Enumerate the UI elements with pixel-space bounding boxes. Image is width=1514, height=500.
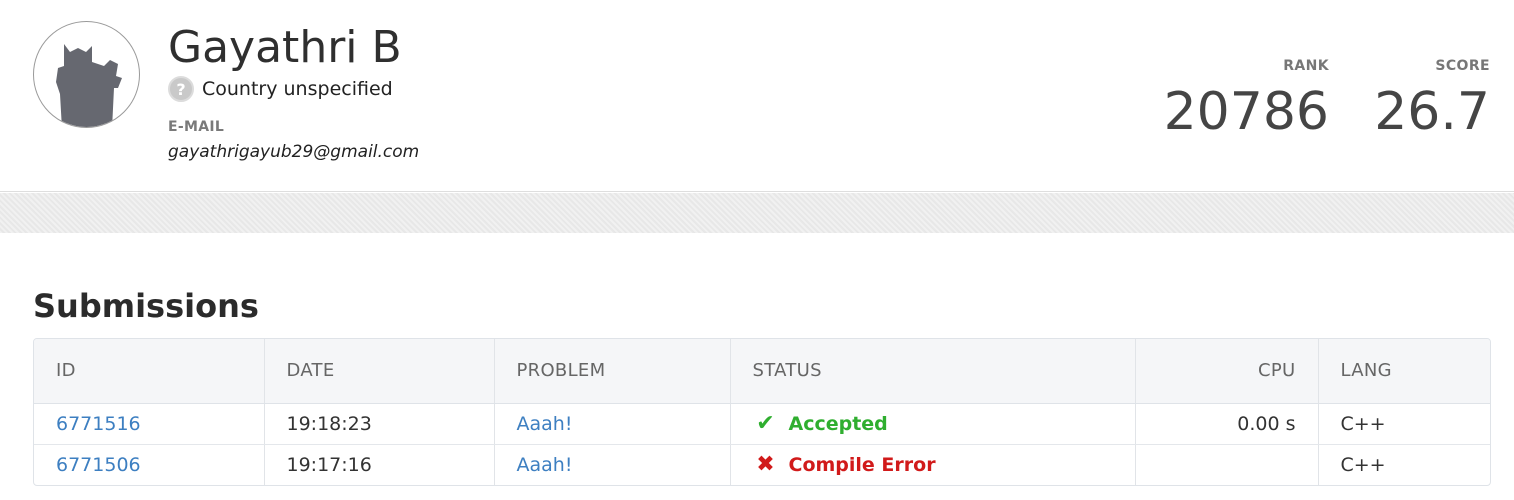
rank-label: RANK [1283,58,1329,74]
email-value: gayathrigayub29@gmail.com [168,142,420,162]
rank-stat: RANK 20786 [1164,58,1329,144]
col-cpu[interactable]: CPU [1135,339,1319,404]
status-compile-error: ✖ Compile Error [753,452,1113,477]
table-header-row: ID DATE PROBLEM STATUS CPU LANG [34,339,1490,404]
submission-cpu [1135,444,1319,485]
table-row: 6771506 19:17:16 Aaah! ✖ Compile Error C… [34,444,1490,485]
submission-id-link[interactable]: 6771506 [56,454,141,476]
score-value: 26.7 [1374,82,1490,142]
col-id[interactable]: ID [34,339,265,404]
divider-band [0,193,1514,233]
submission-id-link[interactable]: 6771516 [56,413,141,435]
score-label: SCORE [1435,58,1490,74]
status-text: Compile Error [788,453,936,476]
col-status[interactable]: STATUS [730,339,1136,404]
country-text: Country unspecified [202,78,393,100]
submissions-table: ID DATE PROBLEM STATUS CPU LANG 6771516 … [33,338,1491,486]
score-stat: SCORE 26.7 [1374,58,1490,144]
country-row: ? Country unspecified [168,76,393,102]
user-name: Gayathri B [168,22,402,73]
table-row: 6771516 19:18:23 Aaah! ✔ Accepted 0.00 s… [34,403,1490,445]
submission-date: 19:18:23 [264,403,495,445]
cross-icon: ✖ [756,452,775,478]
col-problem[interactable]: PROBLEM [494,339,731,404]
problem-link[interactable]: Aaah! [517,454,573,476]
rank-value: 20786 [1163,82,1329,142]
col-lang[interactable]: LANG [1318,339,1490,404]
submission-lang: C++ [1318,403,1490,445]
email-label: E-MAIL [168,119,225,135]
problem-link[interactable]: Aaah! [517,413,573,435]
submission-cpu: 0.00 s [1135,403,1319,445]
status-text: Accepted [788,412,888,435]
default-avatar-icon [56,44,122,127]
status-accepted: ✔ Accepted [753,411,1113,436]
question-icon: ? [168,76,194,102]
submission-date: 19:17:16 [264,444,495,485]
profile-header: Gayathri B ? Country unspecified E-MAIL … [0,0,1514,192]
submission-lang: C++ [1340,453,1386,476]
avatar[interactable] [33,21,140,128]
col-date[interactable]: DATE [264,339,495,404]
check-icon: ✔ [756,411,775,436]
submissions-title: Submissions [33,287,259,325]
